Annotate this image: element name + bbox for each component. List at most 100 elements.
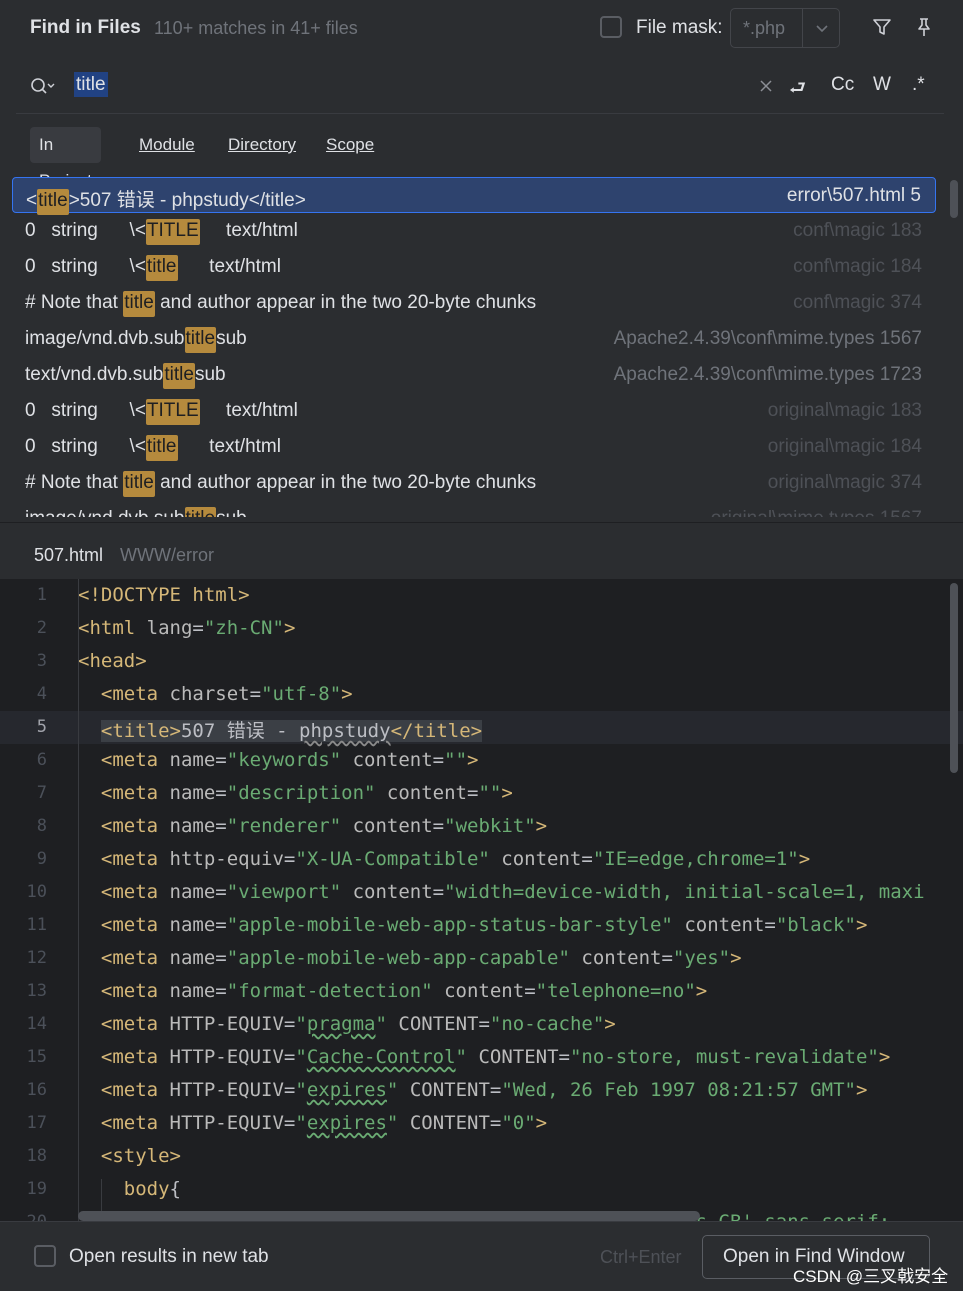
watermark: CSDN @三叉戟安全 [793,1267,949,1286]
result-file-location: conf\magic 374 [793,292,922,313]
regex-button[interactable]: .* [912,74,925,96]
result-row[interactable]: 0 string \<TITLE text/html conf\magic 183 [12,213,936,249]
result-prefix: # Note that [25,472,124,493]
results-scrollbar[interactable] [950,180,958,218]
newline-icon[interactable]: ⮐ [789,74,806,106]
code-text: <meta http-equiv="X-UA-Compatible" conte… [100,848,811,870]
shortcut-hint: Ctrl+Enter [600,1247,682,1267]
result-file-location: Apache2.4.39\conf\mime.types 1567 [613,328,922,349]
result-suffix: text/html [199,220,298,241]
tab-in-project[interactable]: In Project [30,127,101,190]
editor-horizontal-scrollbar[interactable] [78,1211,700,1221]
file-mask-input[interactable]: *.php [743,18,785,39]
code-preview[interactable]: 20 font: 14px arial,'Microsoft Yahei','H… [0,579,963,1221]
file-mask-divider [802,9,803,47]
preview-header: 507.html WWW/error [0,522,963,579]
code-line: 4 <meta charset="utf-8"> [0,678,963,711]
filter-icon[interactable] [869,14,895,40]
line-number: 3 [36,651,47,671]
tab-directory[interactable]: Directory [219,127,305,163]
result-match: TITLE [145,399,200,425]
code-line: 16 <meta HTTP-EQUIV="expires" CONTENT="W… [0,1074,963,1107]
result-file-location: original\magic 374 [767,472,922,493]
whole-words-button[interactable]: W [873,74,891,96]
search-input[interactable]: title [74,72,108,97]
tab-module[interactable]: Module [130,127,204,163]
code-text: <meta HTTP-EQUIV="expires" CONTENT="Wed,… [100,1079,868,1101]
code-text: <meta charset="utf-8"> [100,683,353,705]
code-text: <title>507 错误 - phpstudy</title> [100,720,483,742]
result-line-text: 0 string \<title text/html [25,255,281,281]
code-line: 17 <meta HTTP-EQUIV="expires" CONTENT="0… [0,1107,963,1140]
result-suffix: sub [216,328,247,349]
result-prefix: 0 string \< [25,400,146,421]
results-list: <title>507 错误 - phpstudy</title> error\50… [0,177,948,517]
result-row[interactable]: 0 string \<title text/html original\magic… [12,429,936,465]
line-number: 1 [36,585,47,605]
line-number: 2 [36,618,47,638]
result-match: title [123,471,155,497]
code-text: <meta name="apple-mobile-web-app-status-… [100,914,868,936]
code-line: 7 <meta name="description" content=""> [0,777,963,810]
result-suffix: sub [216,508,247,517]
line-number: 5 [36,717,47,737]
code-line: 1 <!DOCTYPE html> [0,579,963,612]
chevron-down-icon[interactable] [813,19,831,37]
result-file-location: original\mime.types 1567 [711,508,922,517]
result-file-location: conf\magic 183 [793,220,922,241]
file-mask-checkbox[interactable] [600,16,622,38]
tab-scope[interactable]: Scope [317,127,383,163]
result-match: title [37,189,69,215]
result-row[interactable]: 0 string \<title text/html conf\magic 184 [12,249,936,285]
line-number: 8 [36,816,47,836]
line-number: 17 [26,1113,47,1133]
result-file-location: error\507.html 5 [786,185,921,206]
code-line: 6 <meta name="keywords" content=""> [0,744,963,777]
editor-scrollbar[interactable] [950,583,958,773]
code-text: <style> [100,1145,181,1167]
code-text: <meta name="viewport" content="width=dev… [100,881,925,903]
code-text: <meta name="keywords" content=""> [100,749,479,771]
code-line: 11 <meta name="apple-mobile-web-app-stat… [0,909,963,942]
result-suffix: >507 错误 - phpstudy</title> [68,190,306,211]
result-file-location: conf\magic 184 [793,256,922,277]
open-new-tab-label[interactable]: Open results in new tab [69,1246,269,1268]
find-header: Find in Files 110+ matches in 41+ files … [0,0,963,58]
line-number: 11 [26,915,47,935]
code-line: 18 <style> [0,1140,963,1173]
result-suffix: text/html [177,436,281,457]
result-suffix: text/html [199,400,298,421]
result-prefix: 0 string \< [25,220,146,241]
result-line-text: 0 string \<TITLE text/html [25,399,298,425]
line-number: 9 [36,849,47,869]
result-row[interactable]: 0 string \<TITLE text/html original\magic… [12,393,936,429]
line-number: 7 [36,783,47,803]
result-row[interactable]: # Note that title and author appear in t… [12,285,936,321]
result-row[interactable]: image/vnd.dvb.subtitlesub Apache2.4.39\co… [12,321,936,357]
result-prefix: < [26,190,38,211]
line-number: 14 [26,1014,47,1034]
open-new-tab-checkbox[interactable] [34,1245,56,1267]
dialog-title: Find in Files [30,17,141,38]
result-row[interactable]: # Note that title and author appear in t… [12,465,936,501]
code-text: <meta name="description" content=""> [100,782,513,804]
pin-icon[interactable] [911,14,937,40]
code-line: 9 <meta http-equiv="X-UA-Compatible" con… [0,843,963,876]
result-row[interactable]: <title>507 错误 - phpstudy</title> error\50… [12,177,936,215]
result-row[interactable]: text/vnd.dvb.subtitlesub Apache2.4.39\con… [12,357,936,393]
code-text: <meta HTTP-EQUIV="expires" CONTENT="0"> [100,1112,548,1134]
file-mask-combo[interactable]: *.php [730,8,840,48]
result-row[interactable]: image/vnd.dvb.subtitlesub original\mime.t… [12,501,936,517]
result-match: title [145,435,178,461]
match-case-button[interactable]: Cc [831,74,854,96]
line-number: 10 [26,882,47,902]
result-file-location: original\magic 183 [767,400,922,421]
result-match: title [184,507,217,517]
clear-icon[interactable] [756,76,776,96]
result-suffix: sub [194,364,226,385]
search-history-icon[interactable] [28,74,58,98]
result-match: title [163,363,195,389]
line-number: 16 [26,1080,47,1100]
match-count: 110+ matches in 41+ files [154,18,358,38]
code-text: body{ [123,1178,181,1200]
